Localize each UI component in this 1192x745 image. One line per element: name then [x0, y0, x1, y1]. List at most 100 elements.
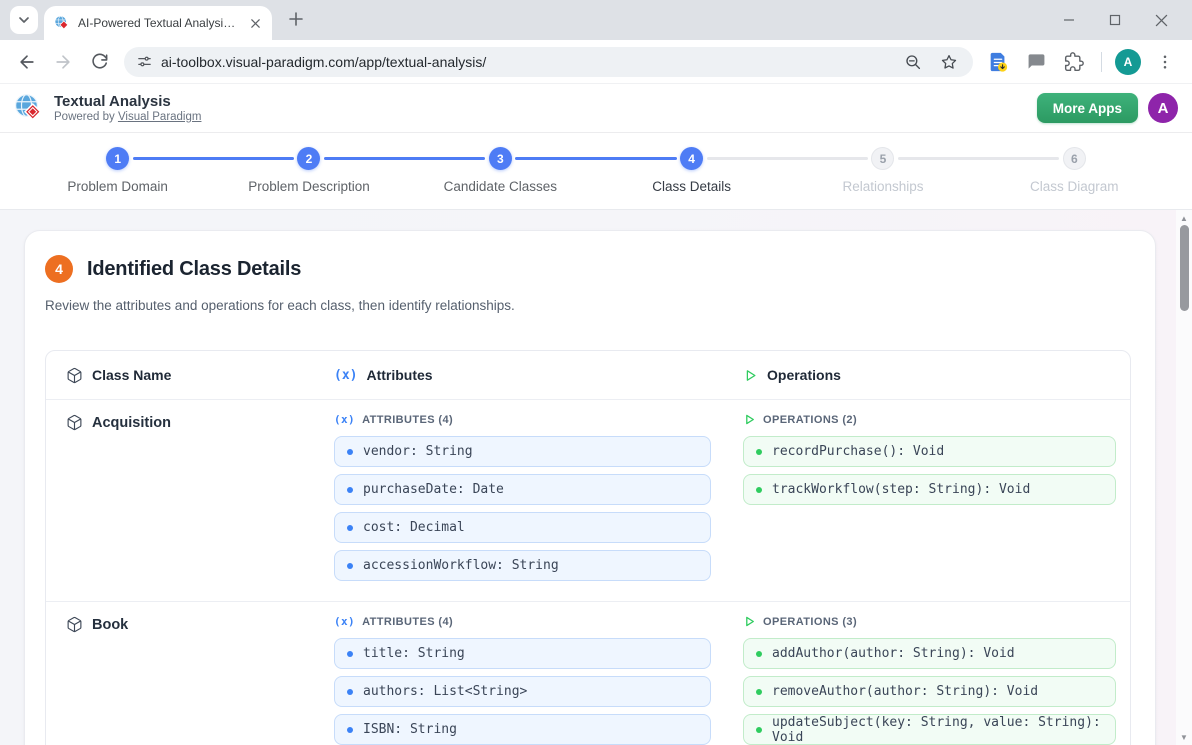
visual-paradigm-link[interactable]: Visual Paradigm — [118, 111, 202, 123]
attribute-pill: ISBN: String — [334, 714, 711, 745]
toolbar-extensions-area: A — [981, 45, 1182, 79]
bookmark-button[interactable] — [935, 48, 963, 76]
page-title: Identified Class Details — [87, 258, 301, 281]
stepper-step-1[interactable]: 1Problem Domain — [22, 147, 213, 194]
speech-bubble-icon — [1027, 52, 1046, 71]
attributes-count-text: ATTRIBUTES (4) — [362, 616, 453, 628]
extensions-button[interactable] — [1057, 45, 1091, 79]
class-name: Acquisition — [92, 414, 171, 433]
card-header: 4 Identified Class Details — [45, 255, 1131, 283]
wizard-stepper: 1Problem Domain2Problem Description 3 Cand… — [0, 133, 1192, 210]
tab-search-button[interactable] — [10, 6, 38, 34]
stepper-connector — [515, 157, 676, 160]
tab-close-button[interactable] — [246, 14, 264, 32]
visual-paradigm-logo-icon — [14, 93, 44, 123]
powered-by: Powered by Visual Paradigm — [54, 110, 201, 124]
scrollbar-thumb[interactable] — [1180, 225, 1189, 311]
app-title: Textual Analysis — [54, 93, 201, 110]
attributes-icon: (x) — [334, 615, 355, 628]
operation-pill: addAuthor(author: String): Void — [743, 638, 1116, 669]
reload-button[interactable] — [82, 45, 116, 79]
play-icon — [743, 413, 756, 426]
step-number: 1 — [106, 147, 129, 170]
stepper-step-5[interactable]: 5Relationships — [787, 147, 978, 194]
operations-count-label: OPERATIONS (2) — [743, 413, 1116, 426]
operation-pill-list: addAuthor(author: String): Void removeAut… — [743, 638, 1116, 745]
reload-icon — [90, 52, 109, 71]
stepper-step-4[interactable]: 4Class Details — [596, 147, 787, 194]
operation-pill: trackWorkflow(step: String): Void — [743, 474, 1116, 505]
browser-menu-button[interactable] — [1148, 45, 1182, 79]
zoom-level-button[interactable] — [899, 48, 927, 76]
tab-title: AI-Powered Textual Analysis for — [78, 16, 238, 30]
stepper-connector — [707, 157, 868, 160]
bullet-dot-icon — [756, 689, 762, 695]
table-header-row: Class Name (x) Attributes Operations — [46, 351, 1130, 400]
browser-tab[interactable]: AI-Powered Textual Analysis for — [44, 6, 272, 40]
operation-text: updateSubject(key: String, value: String… — [772, 715, 1103, 745]
attribute-pill-list: vendor: String purchaseDate: Date cost: De… — [334, 436, 711, 581]
bullet-dot-icon — [347, 727, 353, 733]
page-content: 4 Identified Class Details Review the at… — [0, 210, 1192, 745]
attribute-text: vendor: String — [363, 444, 473, 459]
operation-text: recordPurchase(): Void — [772, 444, 944, 459]
window-close-button[interactable] — [1138, 0, 1184, 40]
step-number: 6 — [1063, 147, 1086, 170]
window-minimize-button[interactable] — [1046, 0, 1092, 40]
feedback-button[interactable] — [1019, 45, 1053, 79]
attribute-text: purchaseDate: Date — [363, 482, 504, 497]
user-avatar[interactable]: A — [1148, 93, 1178, 123]
reading-list-extension-button[interactable] — [981, 45, 1015, 79]
page-scrollbar[interactable]: ▲ ▼ — [1176, 210, 1192, 745]
operation-pill: recordPurchase(): Void — [743, 436, 1116, 467]
operation-text: trackWorkflow(step: String): Void — [772, 482, 1030, 497]
back-arrow-icon — [17, 52, 37, 72]
bullet-dot-icon — [347, 689, 353, 695]
more-apps-button[interactable]: More Apps — [1037, 93, 1138, 123]
class-details-table: Class Name (x) Attributes Operations Acq… — [45, 350, 1131, 745]
attribute-text: cost: Decimal — [363, 520, 465, 535]
minimize-icon — [1063, 14, 1075, 26]
attribute-pill: authors: List<String> — [334, 676, 711, 707]
app-header: Textual Analysis Powered by Visual Parad… — [0, 84, 1192, 133]
operation-pill: removeAuthor(author: String): Void — [743, 676, 1116, 707]
operations-cell: OPERATIONS (2) recordPurchase(): Void trac… — [729, 400, 1131, 601]
bullet-dot-icon — [347, 651, 353, 657]
stepper-step-2[interactable]: 2Problem Description — [213, 147, 404, 194]
attribute-text: accessionWorkflow: String — [363, 558, 559, 573]
step-label: Relationships — [842, 179, 923, 194]
zoom-out-icon — [904, 53, 922, 71]
attributes-count-label: (x) ATTRIBUTES (4) — [334, 615, 711, 628]
tab-favicon-icon — [54, 15, 70, 31]
attribute-text: title: String — [363, 646, 465, 661]
attribute-pill: title: String — [334, 638, 711, 669]
attributes-cell: (x)ATTRIBUTES (4)vendor: StringpurchaseD… — [320, 400, 729, 601]
back-button[interactable] — [10, 45, 44, 79]
new-tab-button[interactable] — [282, 5, 310, 33]
operation-pill-list: recordPurchase(): Void trackWorkflow(step… — [743, 436, 1116, 505]
address-bar[interactable]: ai-toolbox.visual-paradigm.com/app/textu… — [124, 47, 973, 77]
bullet-dot-icon — [347, 487, 353, 493]
url-text: ai-toolbox.visual-paradigm.com/app/textu… — [161, 54, 486, 70]
play-icon — [743, 368, 758, 383]
forward-button[interactable] — [46, 45, 80, 79]
scroll-down-button[interactable]: ▼ — [1176, 730, 1192, 744]
browser-toolbar: ai-toolbox.visual-paradigm.com/app/textu… — [0, 40, 1192, 84]
operations-cell: OPERATIONS (3)addAuthor(author: String):… — [729, 602, 1131, 745]
bullet-dot-icon — [756, 651, 762, 657]
step-label: Candidate Classes — [444, 179, 557, 194]
window-maximize-button[interactable] — [1092, 0, 1138, 40]
bullet-dot-icon — [347, 449, 353, 455]
scroll-up-button[interactable]: ▲ — [1176, 211, 1192, 225]
column-header-label: Operations — [767, 367, 841, 383]
class-row: Book (x) ATTRIBUTES (4) title: String author… — [46, 601, 1130, 745]
chevron-down-icon — [18, 14, 30, 26]
step-number: 3 — [489, 147, 512, 170]
attributes-count-text: ATTRIBUTES (4) — [362, 414, 453, 426]
stepper-step-3[interactable]: 3 Candidate Classes — [405, 147, 596, 194]
close-icon — [250, 18, 261, 29]
class-name: Book — [92, 616, 128, 635]
browser-profile-button[interactable]: A — [1112, 46, 1144, 78]
stepper-step-6[interactable]: 6Class Diagram — [979, 147, 1170, 194]
brand-text: Textual Analysis Powered by Visual Parad… — [54, 93, 201, 124]
